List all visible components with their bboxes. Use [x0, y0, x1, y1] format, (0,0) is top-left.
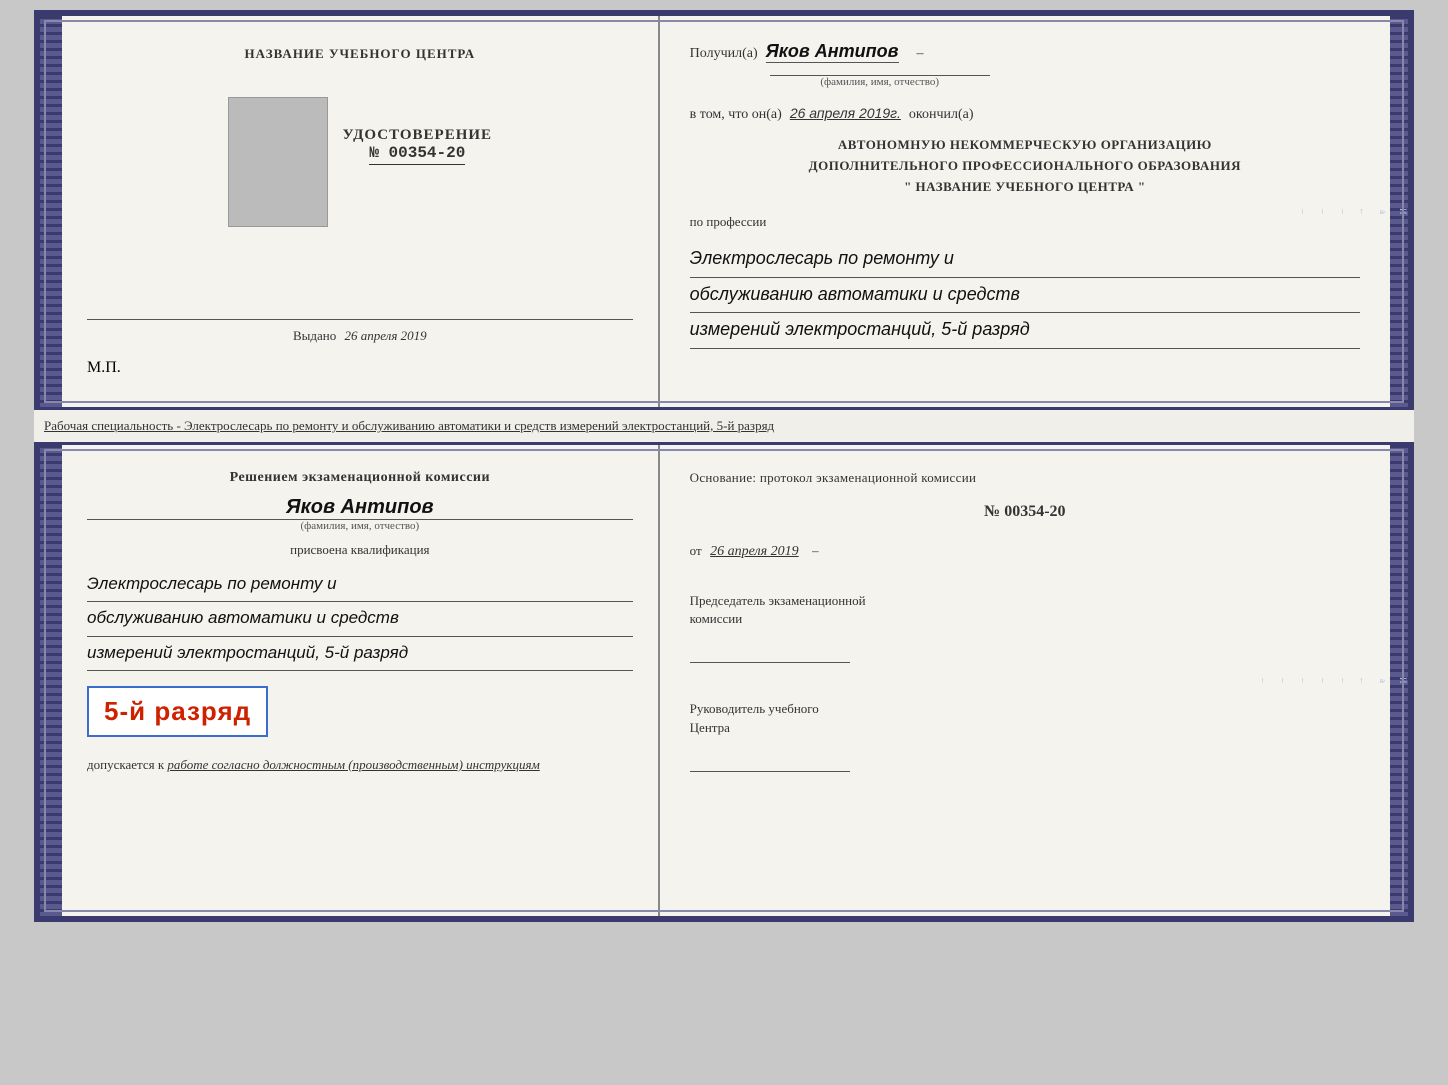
diploma-top-right: Получил(а) Яков Антипов – (фамилия, имя,…: [660, 16, 1390, 407]
vydano-block: Выдано 26 апреля 2019: [293, 328, 427, 344]
qual-line1: Электрослесарь по ремонту и: [87, 568, 633, 602]
diploma-top-left: НАЗВАНИЕ УЧЕБНОГО ЦЕНТРА УДОСТОВЕРЕНИЕ №…: [62, 16, 660, 407]
ano-line1: АВТОНОМНУЮ НЕКОММЕРЧЕСКУЮ ОРГАНИЗАЦИЮ: [690, 135, 1360, 156]
prof-line1: Электрослесарь по ремонту и: [690, 242, 1360, 277]
diploma-top: НАЗВАНИЕ УЧЕБНОГО ЦЕНТРА УДОСТОВЕРЕНИЕ №…: [34, 10, 1414, 410]
vydano-label: Выдано: [293, 328, 336, 343]
fio-sub-label-bottom: (фамилия, имя, отчество): [87, 520, 633, 532]
left-spine-bottom: [40, 445, 62, 916]
fio-sub-label-top: (фамилия, имя, отчество): [770, 75, 990, 88]
udostoverenie-block: УДОСТОВЕРЕНИЕ № 00354-20: [343, 127, 493, 165]
poluchil-line: Получил(а) Яков Антипов –: [690, 41, 1360, 63]
left-inner-block: УДОСТОВЕРЕНИЕ № 00354-20: [228, 87, 493, 237]
predsedatel-block: Председатель экзаменационной комиссии: [690, 592, 1360, 668]
diploma-bottom-left: Решением экзаменационной комиссии Яков А…: [62, 445, 660, 916]
right-strip-bottom: И а ← – – – – –: [1390, 445, 1408, 916]
qualification-block: Электрослесарь по ремонту и обслуживанию…: [87, 568, 633, 671]
description-text: Рабочая специальность - Электрослесарь п…: [34, 410, 1414, 442]
rukovoditel-signature-line: [690, 742, 850, 772]
left-spine: [40, 16, 62, 407]
udostoverenie-number: № 00354-20: [369, 144, 465, 165]
separator-line-left: [87, 319, 633, 320]
ano-block: АВТОНОМНУЮ НЕКОММЕРЧЕСКУЮ ОРГАНИЗАЦИЮ ДО…: [690, 135, 1360, 197]
mp-label: М.П.: [87, 359, 121, 377]
rukovoditel-block: Руководитель учебного Центра: [690, 700, 1360, 776]
rukovoditel-text-line1: Руководитель учебного: [690, 700, 1360, 718]
ot-date-value: 26 апреля 2019: [710, 544, 798, 559]
professiya-block: Электрослесарь по ремонту и обслуживанию…: [690, 242, 1360, 348]
osnovanie-text: Основание: протокол экзаменационной коми…: [690, 470, 1360, 486]
dopuskaetsya-block: допускается к работе согласно должностны…: [87, 757, 633, 773]
razryad-big: 5-й разряд: [104, 696, 251, 726]
razryad-box: 5-й разряд: [87, 686, 268, 737]
ot-date-block: от 26 апреля 2019 –: [690, 543, 1360, 560]
center-title-top: НАЗВАНИЕ УЧЕБНОГО ЦЕНТРА: [245, 46, 476, 62]
prisvoena-text: присвоена квалификация: [87, 542, 633, 558]
resheniem-text: Решением экзаменационной комиссии: [87, 470, 633, 486]
poluchil-label: Получил(а): [690, 46, 758, 62]
document-container: НАЗВАНИЕ УЧЕБНОГО ЦЕНТРА УДОСТОВЕРЕНИЕ №…: [34, 10, 1414, 922]
predsedatel-signature-line: [690, 633, 850, 663]
photo-placeholder: [228, 97, 328, 227]
qual-line2: обслуживанию автоматики и средств: [87, 602, 633, 636]
dopuskaetsya-label: допускается к: [87, 757, 164, 772]
udostoverenie-title: УДОСТОВЕРЕНИЕ: [343, 127, 493, 144]
protocol-number: № 00354-20: [690, 503, 1360, 521]
dopuskaetsya-value: работе согласно должностным (производств…: [167, 757, 539, 772]
prof-line2: обслуживанию автоматики и средств: [690, 278, 1360, 313]
diploma-bottom: Решением экзаменационной комиссии Яков А…: [34, 442, 1414, 922]
okonchil-label: окончил(а): [909, 107, 974, 123]
predsedatel-text-line2: комиссии: [690, 610, 1360, 628]
right-strip-top: И а ← – – –: [1390, 16, 1408, 407]
ano-line3: " НАЗВАНИЕ УЧЕБНОГО ЦЕНТРА ": [690, 177, 1360, 198]
prof-line3: измерений электростанций, 5-й разряд: [690, 313, 1360, 348]
fio-bottom-block: Яков Антипов (фамилия, имя, отчество): [87, 496, 633, 532]
qual-line3: измерений электростанций, 5-й разряд: [87, 637, 633, 671]
vtom-date: 26 апреля 2019г.: [790, 105, 901, 121]
ot-label: от: [690, 543, 702, 558]
po-professii-label: по профессии: [690, 214, 1360, 230]
rukovoditel-text-line2: Центра: [690, 719, 1360, 737]
fio-handwritten-top: Яков Антипов: [766, 41, 899, 63]
fio-handwritten-bottom: Яков Антипов: [87, 496, 633, 520]
vtom-label: в том, что он(а): [690, 107, 782, 123]
ano-line2: ДОПОЛНИТЕЛЬНОГО ПРОФЕССИОНАЛЬНОГО ОБРАЗО…: [690, 156, 1360, 177]
vydano-date: 26 апреля 2019: [344, 328, 426, 343]
predsedatel-text-line1: Председатель экзаменационной: [690, 592, 1360, 610]
vtom-line: в том, что он(а) 26 апреля 2019г. окончи…: [690, 105, 1360, 123]
